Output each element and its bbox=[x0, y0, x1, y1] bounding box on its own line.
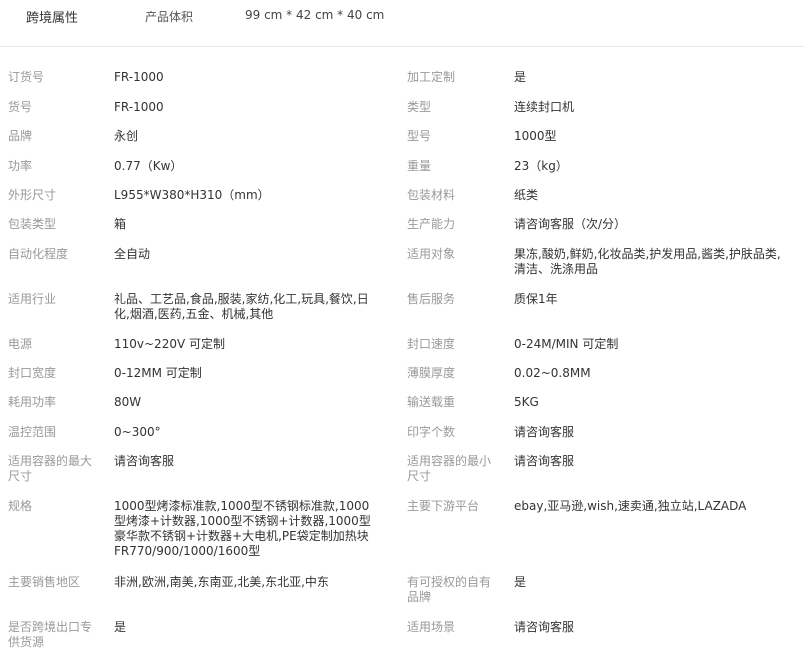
attribute-value: 请咨询客服 bbox=[114, 454, 175, 468]
attribute-label: 重量 bbox=[407, 159, 432, 173]
attribute-value: 请咨询客服 bbox=[514, 454, 575, 468]
attribute-value: 请咨询客服（次/分） bbox=[514, 217, 627, 231]
attribute-label: 适用行业 bbox=[8, 292, 57, 306]
attribute-value: 1000型烤漆标准款,1000型不锈钢标准款,1000型烤漆+计数器,1000型… bbox=[114, 499, 371, 558]
attribute-label: 包装类型 bbox=[8, 217, 57, 231]
attribute-label: 适用场景 bbox=[407, 620, 456, 634]
attribute-label: 包装材料 bbox=[407, 188, 456, 202]
attribute-value: L955*W380*H310（mm） bbox=[114, 188, 270, 202]
attribute-value: 80W bbox=[114, 395, 142, 409]
attribute-label: 薄膜厚度 bbox=[407, 366, 456, 380]
attribute-value: ebay,亚马逊,wish,速卖通,独立站,LAZADA bbox=[514, 499, 747, 513]
attribute-value: 非洲,欧洲,南美,东南亚,北美,东北亚,中东 bbox=[114, 575, 329, 589]
attribute-label: 功率 bbox=[8, 159, 33, 173]
attribute-label: 加工定制 bbox=[407, 70, 456, 84]
attribute-value: 全自动 bbox=[114, 247, 151, 261]
attribute-label: 电源 bbox=[8, 337, 33, 351]
attribute-label: 规格 bbox=[8, 499, 33, 513]
attribute-label: 外形尺寸 bbox=[8, 188, 57, 202]
attribute-value: 请咨询客服 bbox=[514, 425, 575, 439]
attribute-label: 封口速度 bbox=[407, 337, 456, 351]
attribute-value: FR-1000 bbox=[114, 100, 164, 114]
attribute-label: 输送载重 bbox=[407, 395, 456, 409]
attribute-value: 永创 bbox=[114, 129, 139, 143]
attribute-value: 纸类 bbox=[514, 188, 539, 202]
attribute-value: 0.77（Kw） bbox=[114, 159, 183, 173]
attribute-value: 0~300° bbox=[114, 425, 161, 439]
attribute-value: 5KG bbox=[514, 395, 539, 409]
attribute-label: 适用对象 bbox=[407, 247, 456, 261]
attribute-value: 0.02~0.8MM bbox=[514, 366, 591, 380]
attribute-label: 生产能力 bbox=[407, 217, 456, 231]
attribute-label: 订货号 bbox=[8, 70, 45, 84]
attribute-value: 0-12MM 可定制 bbox=[114, 366, 202, 380]
attribute-label: 有可授权的自有品牌 bbox=[407, 575, 492, 604]
attribute-label: 封口宽度 bbox=[8, 366, 57, 380]
attribute-label: 耗用功率 bbox=[8, 395, 57, 409]
attribute-value: 果冻,酸奶,鲜奶,化妆品类,护发用品,酱类,护肤品类,清洁、洗涤用品 bbox=[514, 247, 781, 276]
attribute-label: 主要下游平台 bbox=[407, 499, 480, 513]
attribute-value: 箱 bbox=[114, 217, 127, 231]
attribute-label: 型号 bbox=[407, 129, 432, 143]
attribute-label: 是否跨境出口专供货源 bbox=[8, 620, 93, 649]
cross-border-header: 跨境属性 产品体积 99 cm * 42 cm * 40 cm bbox=[0, 0, 804, 47]
attribute-value: FR-1000 bbox=[114, 70, 164, 84]
attribute-value: 是 bbox=[514, 70, 527, 84]
attribute-label: 主要销售地区 bbox=[8, 575, 81, 589]
attribute-label: 自动化程度 bbox=[8, 247, 69, 261]
attribute-value: 23（kg） bbox=[514, 159, 568, 173]
attribute-value: 是 bbox=[514, 575, 527, 589]
attribute-label: 温控范围 bbox=[8, 425, 57, 439]
attribute-value: 1000型 bbox=[514, 129, 557, 143]
attribute-label: 货号 bbox=[8, 100, 33, 114]
product-volume-label: 产品体积 bbox=[145, 10, 194, 24]
attribute-value: 质保1年 bbox=[514, 292, 558, 306]
attribute-value: 0-24M/MIN 可定制 bbox=[514, 337, 619, 351]
attribute-label: 类型 bbox=[407, 100, 432, 114]
attribute-label: 售后服务 bbox=[407, 292, 456, 306]
product-volume-value: 99 cm * 42 cm * 40 cm bbox=[245, 8, 385, 22]
attribute-label: 品牌 bbox=[8, 129, 33, 143]
attribute-value: 请咨询客服 bbox=[514, 620, 575, 634]
attribute-value: 是 bbox=[114, 620, 127, 634]
attribute-label: 适用容器的最小尺寸 bbox=[407, 454, 492, 483]
section-title: 跨境属性 bbox=[26, 11, 79, 26]
attribute-value: 110v~220V 可定制 bbox=[114, 337, 225, 351]
attribute-value: 礼品、工艺品,食品,服装,家纺,化工,玩具,餐饮,日化,烟酒,医药,五金、机械,… bbox=[114, 292, 369, 321]
attribute-value: 连续封口机 bbox=[514, 100, 575, 114]
attribute-label: 适用容器的最大尺寸 bbox=[8, 454, 93, 483]
attribute-label: 印字个数 bbox=[407, 425, 456, 439]
